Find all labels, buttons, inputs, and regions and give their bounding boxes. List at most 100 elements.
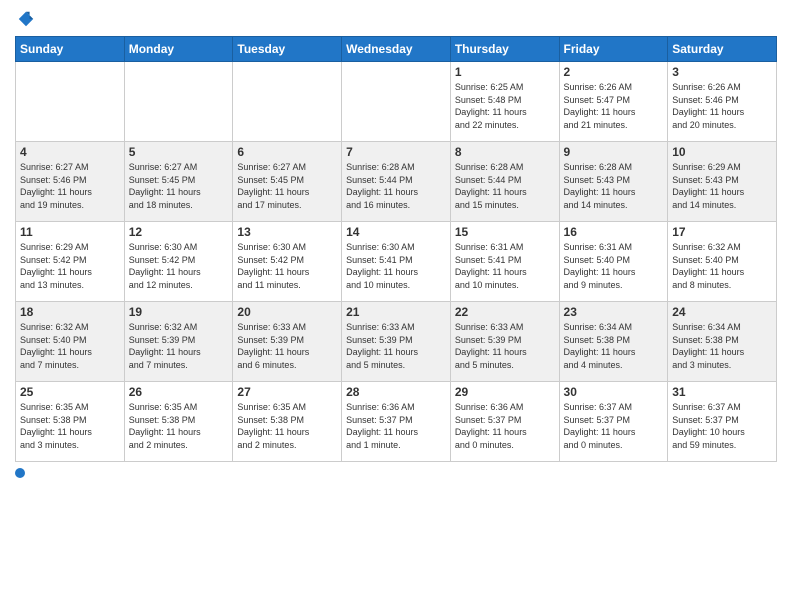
day-number: 1 xyxy=(455,65,555,79)
calendar-cell: 18 Sunrise: 6:32 AMSunset: 5:40 PMDayligh… xyxy=(16,302,125,382)
day-info: Sunrise: 6:36 AMSunset: 5:37 PMDaylight:… xyxy=(455,401,555,451)
day-info: Sunrise: 6:32 AMSunset: 5:40 PMDaylight:… xyxy=(20,321,120,371)
day-number: 16 xyxy=(564,225,664,239)
day-number: 29 xyxy=(455,385,555,399)
day-number: 8 xyxy=(455,145,555,159)
day-number: 3 xyxy=(672,65,772,79)
header xyxy=(15,10,777,28)
col-header-sunday: Sunday xyxy=(16,37,125,62)
col-header-thursday: Thursday xyxy=(450,37,559,62)
calendar-cell: 16 Sunrise: 6:31 AMSunset: 5:40 PMDayligh… xyxy=(559,222,668,302)
calendar-cell: 26 Sunrise: 6:35 AMSunset: 5:38 PMDayligh… xyxy=(124,382,233,462)
day-number: 2 xyxy=(564,65,664,79)
day-number: 6 xyxy=(237,145,337,159)
calendar-cell xyxy=(233,62,342,142)
day-number: 26 xyxy=(129,385,229,399)
calendar-cell xyxy=(16,62,125,142)
day-info: Sunrise: 6:31 AMSunset: 5:40 PMDaylight:… xyxy=(564,241,664,291)
calendar-cell: 20 Sunrise: 6:33 AMSunset: 5:39 PMDayligh… xyxy=(233,302,342,382)
calendar-cell: 21Sunrise: 6:33 AMSunset: 5:39 PMDayligh… xyxy=(342,302,451,382)
day-info: Sunrise: 6:30 AMSunset: 5:42 PMDaylight:… xyxy=(237,241,337,291)
calendar-cell: 14 Sunrise: 6:30 AMSunset: 5:41 PMDayligh… xyxy=(342,222,451,302)
calendar-week-row: 1 Sunrise: 6:25 AMSunset: 5:48 PMDaylight… xyxy=(16,62,777,142)
calendar-cell: 29 Sunrise: 6:36 AMSunset: 5:37 PMDayligh… xyxy=(450,382,559,462)
calendar-cell: 3 Sunrise: 6:26 AMSunset: 5:46 PMDaylight… xyxy=(668,62,777,142)
footer xyxy=(15,468,777,478)
day-info: Sunrise: 6:35 AMSunset: 5:38 PMDaylight:… xyxy=(20,401,120,451)
logo xyxy=(15,10,35,28)
calendar-week-row: 4Sunrise: 6:27 AMSunset: 5:46 PMDaylight… xyxy=(16,142,777,222)
calendar-cell: 12 Sunrise: 6:30 AMSunset: 5:42 PMDayligh… xyxy=(124,222,233,302)
day-number: 19 xyxy=(129,305,229,319)
day-number: 12 xyxy=(129,225,229,239)
calendar-cell xyxy=(342,62,451,142)
day-info: Sunrise: 6:35 AMSunset: 5:38 PMDaylight:… xyxy=(129,401,229,451)
day-number: 11 xyxy=(20,225,120,239)
day-info: Sunrise: 6:36 AMSunset: 5:37 PMDaylight:… xyxy=(346,401,446,451)
calendar-cell: 17Sunrise: 6:32 AMSunset: 5:40 PMDayligh… xyxy=(668,222,777,302)
day-number: 27 xyxy=(237,385,337,399)
col-header-wednesday: Wednesday xyxy=(342,37,451,62)
calendar-cell: 28 Sunrise: 6:36 AMSunset: 5:37 PMDayligh… xyxy=(342,382,451,462)
day-number: 5 xyxy=(129,145,229,159)
day-number: 10 xyxy=(672,145,772,159)
day-info: Sunrise: 6:34 AMSunset: 5:38 PMDaylight:… xyxy=(672,321,772,371)
calendar-cell: 1 Sunrise: 6:25 AMSunset: 5:48 PMDaylight… xyxy=(450,62,559,142)
page: SundayMondayTuesdayWednesdayThursdayFrid… xyxy=(0,0,792,612)
calendar-cell: 2 Sunrise: 6:26 AMSunset: 5:47 PMDaylight… xyxy=(559,62,668,142)
calendar-table: SundayMondayTuesdayWednesdayThursdayFrid… xyxy=(15,36,777,462)
day-info: Sunrise: 6:34 AMSunset: 5:38 PMDaylight:… xyxy=(564,321,664,371)
day-info: Sunrise: 6:26 AMSunset: 5:46 PMDaylight:… xyxy=(672,81,772,131)
day-info: Sunrise: 6:28 AMSunset: 5:44 PMDaylight:… xyxy=(346,161,446,211)
day-info: Sunrise: 6:33 AMSunset: 5:39 PMDaylight:… xyxy=(237,321,337,371)
calendar-cell: 7 Sunrise: 6:28 AMSunset: 5:44 PMDaylight… xyxy=(342,142,451,222)
day-number: 23 xyxy=(564,305,664,319)
day-info: Sunrise: 6:29 AMSunset: 5:42 PMDaylight:… xyxy=(20,241,120,291)
col-header-saturday: Saturday xyxy=(668,37,777,62)
col-header-monday: Monday xyxy=(124,37,233,62)
day-number: 9 xyxy=(564,145,664,159)
day-info: Sunrise: 6:31 AMSunset: 5:41 PMDaylight:… xyxy=(455,241,555,291)
day-info: Sunrise: 6:32 AMSunset: 5:39 PMDaylight:… xyxy=(129,321,229,371)
day-number: 25 xyxy=(20,385,120,399)
day-info: Sunrise: 6:33 AMSunset: 5:39 PMDaylight:… xyxy=(455,321,555,371)
day-info: Sunrise: 6:25 AMSunset: 5:48 PMDaylight:… xyxy=(455,81,555,131)
day-info: Sunrise: 6:27 AMSunset: 5:46 PMDaylight:… xyxy=(20,161,120,211)
day-number: 17 xyxy=(672,225,772,239)
day-info: Sunrise: 6:29 AMSunset: 5:43 PMDaylight:… xyxy=(672,161,772,211)
day-number: 7 xyxy=(346,145,446,159)
calendar-cell: 24Sunrise: 6:34 AMSunset: 5:38 PMDayligh… xyxy=(668,302,777,382)
day-info: Sunrise: 6:28 AMSunset: 5:44 PMDaylight:… xyxy=(455,161,555,211)
day-info: Sunrise: 6:37 AMSunset: 5:37 PMDaylight:… xyxy=(564,401,664,451)
day-info: Sunrise: 6:26 AMSunset: 5:47 PMDaylight:… xyxy=(564,81,664,131)
calendar-cell: 22 Sunrise: 6:33 AMSunset: 5:39 PMDayligh… xyxy=(450,302,559,382)
calendar-cell: 25 Sunrise: 6:35 AMSunset: 5:38 PMDayligh… xyxy=(16,382,125,462)
calendar-cell: 27Sunrise: 6:35 AMSunset: 5:38 PMDayligh… xyxy=(233,382,342,462)
day-number: 13 xyxy=(237,225,337,239)
day-number: 18 xyxy=(20,305,120,319)
calendar-cell: 5 Sunrise: 6:27 AMSunset: 5:45 PMDaylight… xyxy=(124,142,233,222)
calendar-cell: 11 Sunrise: 6:29 AMSunset: 5:42 PMDayligh… xyxy=(16,222,125,302)
calendar-cell: 23 Sunrise: 6:34 AMSunset: 5:38 PMDayligh… xyxy=(559,302,668,382)
day-number: 14 xyxy=(346,225,446,239)
col-header-friday: Friday xyxy=(559,37,668,62)
calendar-week-row: 25 Sunrise: 6:35 AMSunset: 5:38 PMDayligh… xyxy=(16,382,777,462)
calendar-cell: 6Sunrise: 6:27 AMSunset: 5:45 PMDaylight… xyxy=(233,142,342,222)
day-number: 20 xyxy=(237,305,337,319)
day-info: Sunrise: 6:28 AMSunset: 5:43 PMDaylight:… xyxy=(564,161,664,211)
col-header-tuesday: Tuesday xyxy=(233,37,342,62)
calendar-cell: 4Sunrise: 6:27 AMSunset: 5:46 PMDaylight… xyxy=(16,142,125,222)
footer-dot xyxy=(15,468,25,478)
calendar-cell: 10 Sunrise: 6:29 AMSunset: 5:43 PMDayligh… xyxy=(668,142,777,222)
day-info: Sunrise: 6:37 AMSunset: 5:37 PMDaylight:… xyxy=(672,401,772,451)
day-info: Sunrise: 6:33 AMSunset: 5:39 PMDaylight:… xyxy=(346,321,446,371)
day-info: Sunrise: 6:30 AMSunset: 5:42 PMDaylight:… xyxy=(129,241,229,291)
day-info: Sunrise: 6:30 AMSunset: 5:41 PMDaylight:… xyxy=(346,241,446,291)
day-number: 22 xyxy=(455,305,555,319)
calendar-cell xyxy=(124,62,233,142)
day-number: 28 xyxy=(346,385,446,399)
calendar-cell: 15Sunrise: 6:31 AMSunset: 5:41 PMDayligh… xyxy=(450,222,559,302)
calendar-cell: 13 Sunrise: 6:30 AMSunset: 5:42 PMDayligh… xyxy=(233,222,342,302)
day-info: Sunrise: 6:27 AMSunset: 5:45 PMDaylight:… xyxy=(129,161,229,211)
calendar-cell: 19 Sunrise: 6:32 AMSunset: 5:39 PMDayligh… xyxy=(124,302,233,382)
